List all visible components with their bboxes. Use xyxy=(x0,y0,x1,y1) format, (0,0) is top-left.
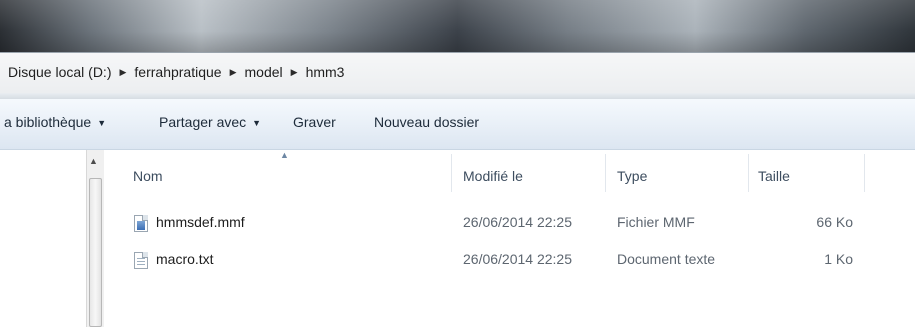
mmf-file-icon xyxy=(134,215,148,232)
file-size: 66 Ko xyxy=(816,214,853,230)
column-header-row: ▲ Nom Modifié le Type Taille xyxy=(104,150,915,194)
breadcrumb-item-hmm3[interactable]: hmm3 xyxy=(306,64,345,80)
column-header-name[interactable]: Nom xyxy=(133,168,163,184)
file-list: ▲ Nom Modifié le Type Taille hmmsdef.mmf… xyxy=(104,150,915,327)
file-name: hmmsdef.mmf xyxy=(156,214,245,230)
column-divider[interactable] xyxy=(605,154,606,192)
breadcrumb-arrow-icon[interactable]: ▶ xyxy=(230,67,237,78)
breadcrumb-item-model[interactable]: model xyxy=(245,64,283,80)
breadcrumb-item-disk[interactable]: Disque local (D:) xyxy=(8,64,111,80)
address-bar[interactable]: Disque local (D:) ▶ ferrahpratique ▶ mod… xyxy=(0,52,915,94)
command-toolbar: a bibliothèque ▼ Partager avec ▼ Graver No… xyxy=(0,99,915,150)
file-modified: 26/06/2014 22:25 xyxy=(463,214,572,230)
file-type: Document texte xyxy=(617,251,716,267)
library-label: a bibliothèque xyxy=(4,114,92,130)
sort-ascending-icon: ▲ xyxy=(280,150,289,160)
include-in-library-button[interactable]: a bibliothèque ▼ xyxy=(4,114,106,130)
breadcrumb: Disque local (D:) ▶ ferrahpratique ▶ mod… xyxy=(8,64,344,80)
chevron-down-icon: ▼ xyxy=(252,118,262,128)
scrollbar-thumb[interactable] xyxy=(89,178,102,327)
text-file-icon xyxy=(134,252,148,269)
file-type: Fichier MMF xyxy=(617,214,695,230)
window-title-bar xyxy=(0,0,915,52)
column-header-size[interactable]: Taille xyxy=(758,168,790,184)
scroll-up-arrow-icon[interactable]: ▲ xyxy=(89,156,98,166)
file-name: macro.txt xyxy=(156,251,214,267)
file-row[interactable]: macro.txt 26/06/2014 22:25 Document text… xyxy=(104,251,915,273)
share-label: Partager avec xyxy=(159,114,247,130)
column-divider[interactable] xyxy=(748,154,749,192)
nav-scrollbar[interactable]: ▲ xyxy=(86,150,105,327)
column-header-type[interactable]: Type xyxy=(617,168,647,184)
breadcrumb-arrow-icon[interactable]: ▶ xyxy=(291,67,298,78)
navigation-pane[interactable] xyxy=(0,150,86,327)
chevron-down-icon: ▼ xyxy=(97,118,107,128)
breadcrumb-item-ferrahpratique[interactable]: ferrahpratique xyxy=(134,64,221,80)
breadcrumb-arrow-icon[interactable]: ▶ xyxy=(119,67,126,78)
file-row[interactable]: hmmsdef.mmf 26/06/2014 22:25 Fichier MMF… xyxy=(104,214,915,236)
file-modified: 26/06/2014 22:25 xyxy=(463,251,572,267)
column-divider[interactable] xyxy=(451,154,452,192)
share-with-button[interactable]: Partager avec ▼ xyxy=(159,114,261,130)
file-size: 1 Ko xyxy=(824,251,853,267)
burn-button[interactable]: Graver xyxy=(293,114,336,130)
column-header-modified[interactable]: Modifié le xyxy=(463,168,523,184)
column-divider[interactable] xyxy=(864,154,865,192)
new-folder-button[interactable]: Nouveau dossier xyxy=(374,114,479,130)
